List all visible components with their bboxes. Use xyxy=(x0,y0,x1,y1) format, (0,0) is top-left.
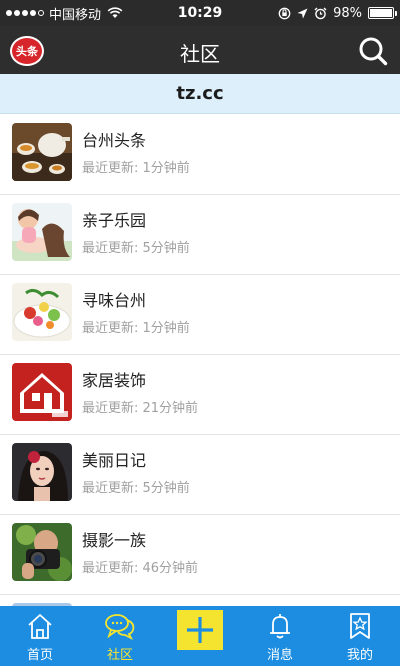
tab-profile[interactable]: 我的 xyxy=(320,606,400,666)
list-item-updated: 最近更新: 1分钟前 xyxy=(82,161,190,176)
list-item[interactable]: 美丽日记 最近更新: 5分钟前 xyxy=(0,435,400,515)
list-item-title: 亲子乐园 xyxy=(82,211,147,230)
list-item-title: 寻味台州 xyxy=(82,291,147,310)
domain-banner: tz.cc xyxy=(0,74,400,114)
list-item[interactable]: 亲子乐园 最近更新: 5分钟前 xyxy=(0,195,400,275)
tab-messages[interactable]: 消息 xyxy=(240,606,320,666)
post-button[interactable] xyxy=(177,609,223,650)
bell-icon xyxy=(270,614,290,639)
search-icon[interactable] xyxy=(358,36,388,66)
tab-bar: 首页 社区 消息 我的 xyxy=(0,606,400,666)
parent-child-image xyxy=(12,203,72,261)
list-item-updated: 最近更新: 1分钟前 xyxy=(82,321,190,336)
food-plate-image xyxy=(12,283,72,341)
list-item-title: 摄影一族 xyxy=(82,531,147,550)
chat-bubbles-icon xyxy=(105,614,135,641)
home-icon xyxy=(28,614,52,639)
battery-icon xyxy=(368,7,397,19)
camera-photographer-image xyxy=(12,523,72,581)
list-item-updated: 最近更新: 5分钟前 xyxy=(82,241,190,256)
community-list: 台州头条 最近更新: 1分钟前 亲子乐园 最近更新: 5分钟前 寻味台州 最近更… xyxy=(0,115,400,635)
woman-portrait-image xyxy=(12,443,72,501)
status-bar: 中国移动 10:29 98% xyxy=(0,0,400,26)
list-item-updated: 最近更新: 5分钟前 xyxy=(82,481,190,496)
tab-home[interactable]: 首页 xyxy=(0,606,80,666)
tab-label: 首页 xyxy=(26,648,53,663)
list-item[interactable]: 寻味台州 最近更新: 1分钟前 xyxy=(0,275,400,355)
tab-community[interactable]: 社区 xyxy=(80,606,160,666)
alarm-icon xyxy=(314,7,327,19)
list-item-title: 台州头条 xyxy=(82,131,147,150)
tab-label: 消息 xyxy=(266,648,293,663)
battery-percent: 98% xyxy=(333,5,362,21)
bookmark-star-icon xyxy=(350,613,370,639)
tab-label: 我的 xyxy=(346,648,373,663)
house-logo-image xyxy=(12,363,72,421)
list-item-title: 家居装饰 xyxy=(82,371,147,390)
tab-post[interactable] xyxy=(160,606,240,666)
list-item-updated: 最近更新: 21分钟前 xyxy=(82,401,199,416)
list-item-updated: 最近更新: 46分钟前 xyxy=(82,561,199,576)
tab-label: 社区 xyxy=(106,648,133,663)
nav-bar: 头条 社区 xyxy=(0,26,400,74)
plus-icon xyxy=(187,616,213,643)
tea-set-image xyxy=(12,123,72,181)
list-item[interactable]: 台州头条 最近更新: 1分钟前 xyxy=(0,115,400,195)
rotation-lock-icon xyxy=(278,7,291,19)
location-arrow-icon xyxy=(297,8,308,18)
page-title: 社区 xyxy=(180,42,220,66)
list-item[interactable]: 家居装饰 最近更新: 21分钟前 xyxy=(0,355,400,435)
list-item[interactable]: 摄影一族 最近更新: 46分钟前 xyxy=(0,515,400,595)
list-item-title: 美丽日记 xyxy=(82,451,147,470)
